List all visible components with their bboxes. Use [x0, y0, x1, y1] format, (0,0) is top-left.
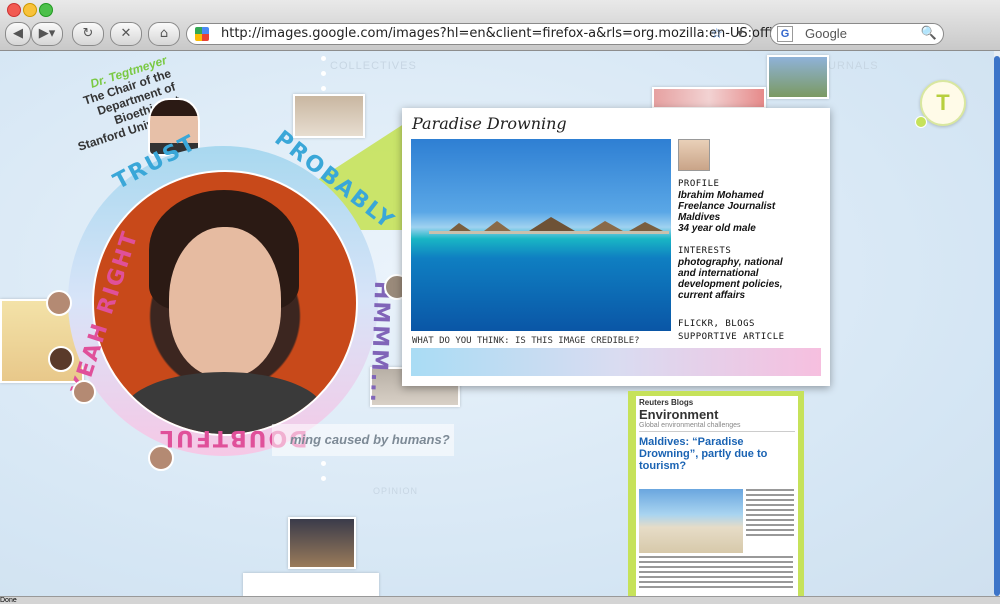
article-body-text — [639, 556, 793, 591]
path-dot — [321, 56, 326, 61]
address-bar[interactable]: http://images.google.com/images?hl=en&cl… — [186, 23, 847, 45]
user-avatar[interactable] — [148, 445, 174, 471]
article-beach-photo — [639, 489, 743, 553]
profile-panel: PROFILE Ibrahim Mohamed Freelance Journa… — [678, 139, 824, 343]
forward-arrow-icon: ▶▾ — [38, 26, 56, 41]
image-profile-card: Paradise Drowning PROFILE Ibrahim Mohame… — [402, 108, 830, 386]
opinion-label[interactable]: OPINION — [373, 486, 418, 496]
webcam-video[interactable] — [92, 170, 358, 436]
user-avatar[interactable] — [46, 290, 72, 316]
supportive-article-panel[interactable]: Reuters Blogs Environment Global environ… — [628, 391, 804, 596]
user-avatar[interactable] — [72, 380, 96, 404]
vertical-scrollbar[interactable] — [994, 51, 1000, 596]
interests-line: current affairs — [678, 290, 746, 301]
stop-icon: ✕ — [120, 26, 132, 41]
interests-line: and international — [678, 268, 759, 279]
flickr-blogs-link[interactable]: FLICKR, BLOGS — [678, 319, 824, 330]
home-button[interactable]: ⌂ — [148, 22, 180, 46]
profile-line: Maldives — [678, 212, 721, 223]
profile-line: 34 year old male — [678, 223, 756, 234]
t-toggle-button[interactable]: T — [920, 80, 966, 126]
reload-icon: ↻ — [82, 26, 94, 41]
article-section: Environment — [639, 407, 719, 422]
search-bar[interactable]: G Google 🔍 — [770, 23, 944, 45]
reload-button[interactable]: ↻ — [72, 22, 104, 46]
topic-question-text: ming caused by humans? — [290, 432, 450, 447]
google-favicon-icon — [195, 27, 209, 41]
path-dot — [321, 476, 326, 481]
card-title: Paradise Drowning — [412, 114, 567, 133]
article-headline[interactable]: Maldives: “Paradise Drowning”, partly du… — [639, 436, 795, 472]
path-dot — [321, 71, 326, 76]
city-thumbnail[interactable] — [288, 517, 356, 569]
back-arrow-icon: ◀ — [13, 26, 23, 41]
maldives-photo[interactable] — [411, 139, 671, 331]
resort-silhouette-icon — [429, 217, 669, 234]
interests-line: photography, national — [678, 257, 783, 268]
path-dot — [321, 86, 326, 91]
profile-label: PROFILE — [678, 179, 720, 189]
profile-line: Freelance Journalist — [678, 201, 776, 212]
bookmark-star-icon[interactable]: ☆ — [710, 25, 723, 42]
search-input[interactable]: Google — [805, 26, 847, 41]
author-avatar[interactable] — [678, 139, 710, 171]
interests-label: INTERESTS — [678, 246, 732, 256]
back-button[interactable]: ◀ — [5, 22, 31, 46]
close-window-button[interactable] — [7, 3, 21, 17]
zoom-window-button[interactable] — [39, 3, 53, 17]
path-dot — [321, 461, 326, 466]
interests-line: development policies, — [678, 279, 783, 290]
forward-button[interactable]: ▶▾ — [31, 22, 63, 46]
article-text-column — [746, 489, 794, 539]
dropdown-arrow-icon[interactable]: ▾ — [737, 26, 743, 40]
chart-thumbnail[interactable] — [243, 573, 379, 596]
article-subtitle: Global environmental challenges — [639, 422, 795, 432]
topic-question[interactable]: ming caused by humans? — [272, 424, 454, 456]
journals-label[interactable]: URNALS — [828, 60, 879, 72]
strip-thumbnail[interactable] — [652, 87, 766, 109]
add-icon[interactable] — [915, 116, 927, 128]
supportive-article-link[interactable]: SUPPORTIVE ARTICLE — [678, 332, 824, 343]
browser-toolbar: ◀ ▶▾ ↻ ✕ ⌂ http://images.google.com/imag… — [0, 0, 1000, 51]
stop-button[interactable]: ✕ — [110, 22, 142, 46]
profile-line: Ibrahim Mohamed — [678, 190, 764, 201]
face-shape — [169, 227, 281, 377]
credibility-slider[interactable] — [411, 348, 821, 376]
article-page: Reuters Blogs Environment Global environ… — [636, 396, 798, 596]
landscape-thumbnail[interactable] — [767, 55, 829, 99]
collectives-label[interactable]: COLLECTIVES — [330, 60, 417, 72]
address-url[interactable]: http://images.google.com/images?hl=en&cl… — [221, 26, 847, 41]
search-engine-icon[interactable]: G — [777, 26, 793, 42]
article-source: Reuters Blogs — [639, 398, 694, 407]
search-icon[interactable]: 🔍 — [921, 25, 937, 41]
minimize-window-button[interactable] — [23, 3, 37, 17]
hmmm-option[interactable]: HMMM... — [365, 281, 394, 405]
user-avatar[interactable] — [48, 346, 74, 372]
credibility-question: WHAT DO YOU THINK: IS THIS IMAGE CREDIBL… — [412, 336, 640, 346]
scrollbar-thumb[interactable] — [994, 56, 1000, 596]
home-icon: ⌂ — [159, 26, 169, 41]
